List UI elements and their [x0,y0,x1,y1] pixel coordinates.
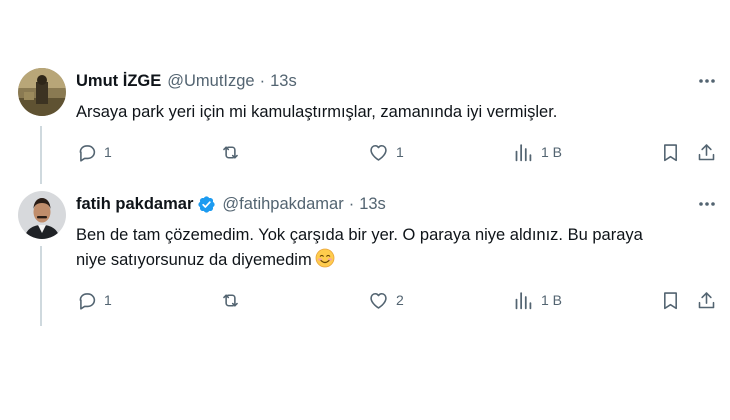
share-icon [698,291,715,308]
tweet-2-actions: 1 2 1 B [76,288,726,312]
views-icon [515,291,532,309]
tweet-text: Arsaya park yeri için mi kamulaştırmışla… [76,103,558,121]
tweet-1-actions: 1 1 1 B [76,140,726,164]
share-button[interactable] [696,140,717,164]
tweet-1[interactable]: Umut İZGE @UmutIzge · 13s Arsaya park ye… [0,0,730,180]
reply-button[interactable]: 1 [76,288,112,312]
display-name[interactable]: fatih pakdamar [76,195,193,214]
share-icon [698,143,715,160]
like-count: 1 [396,144,404,160]
like-button[interactable]: 2 [368,288,404,312]
views-icon [515,143,532,161]
separator-dot: · [259,72,266,90]
reply-button[interactable]: 1 [76,140,112,164]
tweet-thread: Umut İZGE @UmutIzge · 13s Arsaya park ye… [0,0,730,420]
tweet-text-line-1: Ben de tam çözemedim. Yok çarşıda bir ye… [76,226,643,244]
tweet-2[interactable]: fatih pakdamar @fatihpakdamar · 13s Ben … [0,180,730,330]
smiling-face-emoji [315,248,335,268]
views-button[interactable]: 1 B [513,140,562,164]
timestamp[interactable]: 13s [270,72,297,91]
retweet-icon [223,293,238,307]
like-count: 2 [396,292,404,308]
tweet-1-header: Umut İZGE @UmutIzge · 13s [76,72,297,91]
reply-icon [79,144,96,162]
like-button[interactable]: 1 [368,140,404,164]
bookmark-icon [664,291,677,309]
views-button[interactable]: 1 B [513,288,562,312]
retweet-button[interactable] [220,140,241,164]
more-icon[interactable] [696,193,718,215]
bookmark-button[interactable] [660,140,681,164]
tweet-2-header: fatih pakdamar @fatihpakdamar · 13s [76,195,386,214]
verified-badge-icon[interactable] [197,195,216,214]
reply-icon [79,292,96,310]
reply-count: 1 [104,144,112,160]
retweet-icon [223,145,238,159]
more-icon[interactable] [696,70,718,92]
bookmark-icon [664,143,677,161]
bookmark-button[interactable] [660,288,681,312]
avatar-umut[interactable] [18,68,66,116]
avatar-fatih[interactable] [18,191,66,239]
timestamp[interactable]: 13s [359,195,386,214]
display-name[interactable]: Umut İZGE [76,72,161,91]
like-icon [370,144,387,161]
like-icon [370,292,387,309]
handle[interactable]: @UmutIzge [167,72,254,91]
tweet-text-line-2: niye satıyorsunuz da diyemedim [76,248,706,273]
retweet-button[interactable] [220,288,241,312]
handle[interactable]: @fatihpakdamar [222,195,343,214]
views-count: 1 B [541,292,563,308]
tweet-text: Ben de tam çözemedim. Yok çarşıda bir ye… [76,223,706,273]
share-button[interactable] [696,288,717,312]
tweet-text-line-2-text: niye satıyorsunuz da diyemedim [76,251,312,269]
reply-count: 1 [104,292,112,308]
separator-dot: · [348,195,355,213]
views-count: 1 B [541,144,563,160]
